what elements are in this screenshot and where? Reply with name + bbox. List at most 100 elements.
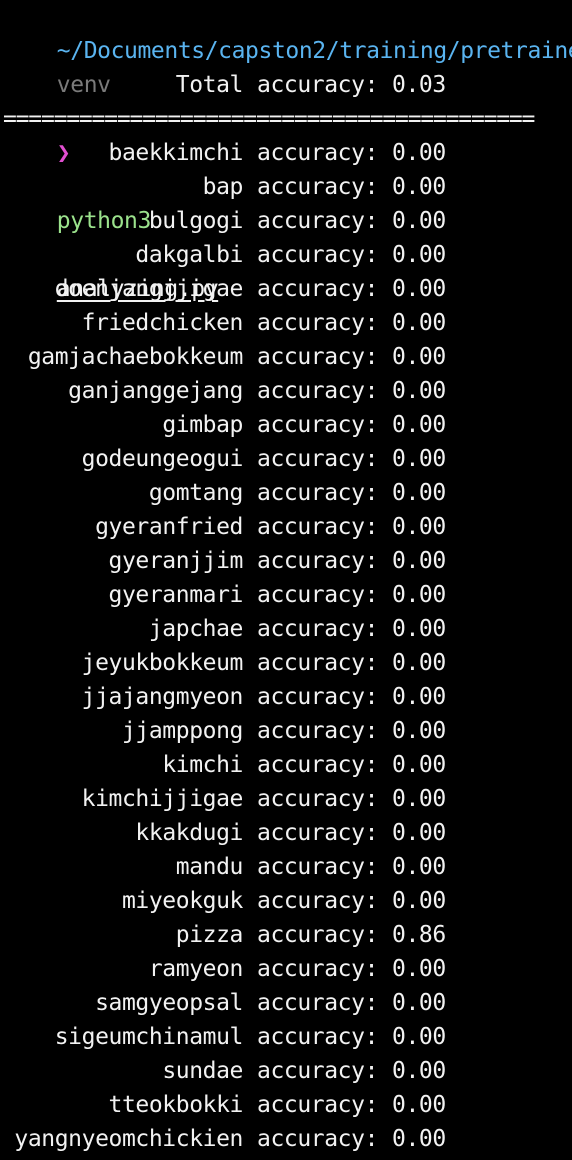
class-name: gimbap: [162, 412, 243, 438]
accuracy-label: accuracy:: [257, 276, 379, 302]
accuracy-row: gimbap accuracy: 0.00: [0, 408, 572, 442]
accuracy-label: accuracy:: [257, 208, 379, 234]
accuracy-label: accuracy:: [257, 956, 379, 982]
class-name: friedchicken: [81, 310, 244, 336]
accuracy-value: 0.00: [392, 174, 446, 200]
class-name: doenjangjjigae: [54, 276, 244, 302]
accuracy-row: sundae accuracy: 0.00: [0, 1054, 572, 1088]
class-name: japchae: [148, 616, 244, 642]
accuracy-value: 0.00: [392, 684, 446, 710]
accuracy-value: 0.00: [392, 514, 446, 540]
accuracy-label: accuracy:: [257, 378, 379, 404]
class-name: samgyeopsal: [95, 990, 243, 1016]
accuracy-label: accuracy:: [257, 718, 379, 744]
accuracy-label: accuracy:: [257, 344, 379, 370]
accuracy-label: accuracy:: [257, 922, 379, 948]
accuracy-value: 0.00: [392, 650, 446, 676]
class-name: godeungeogui: [81, 446, 244, 472]
class-name: sigeumchinamul: [54, 1024, 244, 1050]
accuracy-label: accuracy:: [257, 1092, 379, 1118]
accuracy-label: accuracy:: [257, 820, 379, 846]
accuracy-label: accuracy:: [257, 514, 379, 540]
accuracy-value: 0.00: [392, 1024, 446, 1050]
accuracy-row: jjamppong accuracy: 0.00: [0, 714, 572, 748]
accuracy-row: dakgalbi accuracy: 0.00: [0, 238, 572, 272]
accuracy-value: 0.00: [392, 718, 446, 744]
accuracy-value: 0.00: [392, 1092, 446, 1118]
accuracy-row: jjajangmyeon accuracy: 0.00: [0, 680, 572, 714]
accuracy-value: 0.00: [392, 480, 446, 506]
accuracy-value: 0.00: [392, 888, 446, 914]
accuracy-label: accuracy:: [257, 480, 379, 506]
class-name: gyeranfried: [95, 514, 243, 540]
accuracy-row: samgyeopsal accuracy: 0.00: [0, 986, 572, 1020]
accuracy-row: ramyeon accuracy: 0.00: [0, 952, 572, 986]
accuracy-row: mandu accuracy: 0.00: [0, 850, 572, 884]
class-name: gyeranmari: [108, 582, 244, 608]
accuracy-row: gyeranjjim accuracy: 0.00: [0, 544, 572, 578]
accuracy-label: accuracy:: [257, 854, 379, 880]
accuracy-row: tteokbokki accuracy: 0.00: [0, 1088, 572, 1122]
accuracy-label: accuracy:: [257, 140, 379, 166]
class-name: pizza: [175, 922, 244, 948]
accuracy-label: accuracy:: [257, 1024, 379, 1050]
accuracy-label: accuracy:: [257, 582, 379, 608]
class-name: kkakdugi: [135, 820, 243, 846]
class-name: bap: [202, 174, 244, 200]
class-name: ganjanggejang: [68, 378, 243, 404]
accuracy-row: yangnyeomchickien accuracy: 0.00: [0, 1122, 572, 1156]
accuracy-row: bap accuracy: 0.00: [0, 170, 572, 204]
accuracy-value: 0.00: [392, 412, 446, 438]
class-name: bulgogi: [148, 208, 244, 234]
accuracy-row: japchae accuracy: 0.00: [0, 612, 572, 646]
cwd-path: ~/Documents/capston2/training/pretrained: [56, 38, 572, 64]
class-name: dakgalbi: [135, 242, 243, 268]
accuracy-label: accuracy:: [257, 446, 379, 472]
accuracy-value: 0.00: [392, 752, 446, 778]
class-name: tteokbokki: [108, 1092, 244, 1118]
accuracy-row: gyeranfried accuracy: 0.00: [0, 510, 572, 544]
terminal-window[interactable]: ~/Documents/capston2/training/pretrained…: [0, 0, 572, 1160]
accuracy-label: accuracy:: [257, 310, 379, 336]
accuracy-label: accuracy:: [257, 888, 379, 914]
accuracy-value: 0.00: [392, 854, 446, 880]
accuracy-label: accuracy:: [257, 242, 379, 268]
total-accuracy-line: Total accuracy: 0.03: [0, 68, 572, 102]
accuracy-row: pizza accuracy: 0.86: [0, 918, 572, 952]
class-name: ramyeon: [148, 956, 244, 982]
accuracy-value: 0.00: [392, 1058, 446, 1084]
accuracy-value: 0.00: [392, 344, 446, 370]
class-name: jjajangmyeon: [81, 684, 244, 710]
accuracy-label: accuracy:: [257, 990, 379, 1016]
class-name: kimchi: [162, 752, 243, 778]
accuracy-label: accuracy:: [257, 1058, 379, 1084]
accuracy-value: 0.00: [392, 208, 446, 234]
accuracy-label: accuracy:: [257, 548, 379, 574]
accuracy-label: accuracy:: [257, 72, 379, 98]
accuracy-row: jeyukbokkeum accuracy: 0.00: [0, 646, 572, 680]
class-name: mandu: [175, 854, 244, 880]
class-name: sundae: [162, 1058, 243, 1084]
accuracy-value: 0.00: [392, 548, 446, 574]
total-accuracy-value: 0.03: [392, 72, 446, 98]
accuracy-value: 0.00: [392, 242, 446, 268]
accuracy-label: accuracy:: [257, 752, 379, 778]
accuracy-value: 0.00: [392, 310, 446, 336]
accuracy-value: 0.00: [392, 956, 446, 982]
accuracy-label: accuracy:: [257, 684, 379, 710]
accuracy-label: accuracy:: [257, 174, 379, 200]
accuracy-row: friedchicken accuracy: 0.00: [0, 306, 572, 340]
accuracy-value: 0.00: [392, 140, 446, 166]
class-name: miyeokguk: [121, 888, 243, 914]
accuracy-value: 0.00: [392, 378, 446, 404]
accuracy-label: accuracy:: [257, 412, 379, 438]
accuracy-label: accuracy:: [257, 616, 379, 642]
accuracy-row: sigeumchinamul accuracy: 0.00: [0, 1020, 572, 1054]
class-name: kimchijjigae: [81, 786, 244, 812]
accuracy-row: miyeokguk accuracy: 0.00: [0, 884, 572, 918]
cwd-line: ~/Documents/capston2/training/pretrained: [0, 0, 572, 64]
accuracy-row: kimchi accuracy: 0.00: [0, 748, 572, 782]
accuracy-value: 0.00: [392, 276, 446, 302]
class-name: baekkimchi: [108, 140, 244, 166]
accuracy-value: 0.86: [392, 922, 446, 948]
